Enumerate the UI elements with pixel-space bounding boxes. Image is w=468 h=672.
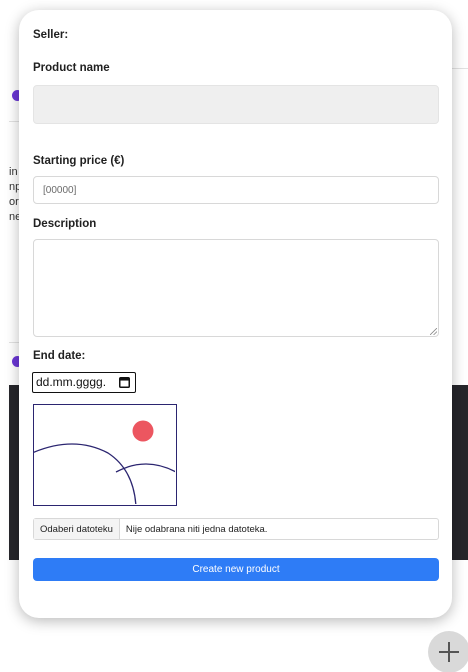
image-placeholder-icon — [34, 420, 176, 505]
end-date-input[interactable]: dd.mm.gggg. — [32, 372, 136, 393]
starting-price-label: Starting price (€) — [33, 155, 125, 167]
calendar-icon[interactable] — [119, 377, 130, 388]
add-product-button[interactable] — [428, 631, 468, 672]
file-status-text: Nije odabrana niti jedna datoteka. — [125, 523, 268, 535]
description-label: Description — [33, 218, 97, 230]
background-text-line: or — [9, 196, 19, 208]
create-product-modal: Seller: Product name Starting price (€) … — [19, 10, 452, 618]
background-divider-top — [452, 68, 468, 69]
file-upload-field[interactable]: Odaberi datoteku Nije odabrana niti jedn… — [33, 518, 439, 540]
create-product-button[interactable]: Create new product — [33, 558, 439, 581]
plus-icon — [439, 642, 459, 662]
starting-price-input[interactable] — [33, 176, 439, 204]
resize-grip-icon[interactable] — [430, 328, 437, 335]
background-text-line: in — [9, 166, 18, 178]
description-textarea[interactable] — [33, 239, 439, 337]
image-preview — [33, 404, 177, 506]
product-name-field[interactable] — [33, 85, 439, 124]
end-date-label: End date: — [33, 350, 86, 362]
product-name-label: Product name — [33, 62, 110, 74]
choose-file-button[interactable]: Odaberi datoteku — [34, 519, 120, 539]
end-date-placeholder: dd.mm.gggg. — [36, 375, 107, 389]
seller-label: Seller: — [33, 29, 69, 41]
